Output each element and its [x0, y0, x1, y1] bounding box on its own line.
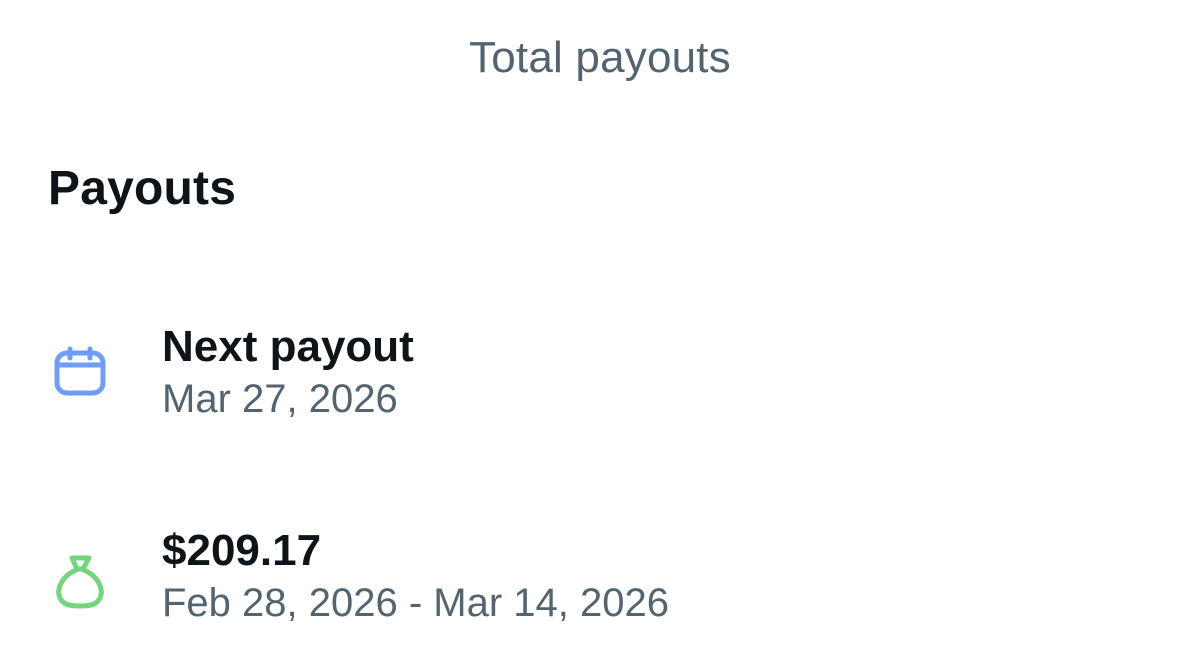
payouts-screen: Total payouts Payouts Next payout Mar 27… [0, 0, 1200, 655]
next-payout-date: Mar 27, 2026 [162, 376, 398, 421]
next-payout-row: Next payout Mar 27, 2026 [0, 322, 1200, 426]
next-payout-text: Next payout Mar 27, 2026 [162, 322, 414, 422]
calendar-icon [54, 346, 106, 396]
payout-amount: $209.17 [162, 526, 322, 575]
payouts-section-title: Payouts [48, 162, 237, 215]
payout-history-text: $209.17 Feb 28, 2026 - Mar 14, 2026 [162, 526, 669, 626]
money-bag-icon [56, 555, 104, 609]
total-payouts-tab-label: Total payouts [469, 33, 731, 82]
payout-history-row: $209.17 Feb 28, 2026 - Mar 14, 2026 [0, 526, 1200, 630]
total-payouts-tab[interactable]: Total payouts [0, 0, 1200, 110]
next-payout-label: Next payout [162, 322, 414, 371]
payout-period: Feb 28, 2026 - Mar 14, 2026 [162, 580, 669, 625]
